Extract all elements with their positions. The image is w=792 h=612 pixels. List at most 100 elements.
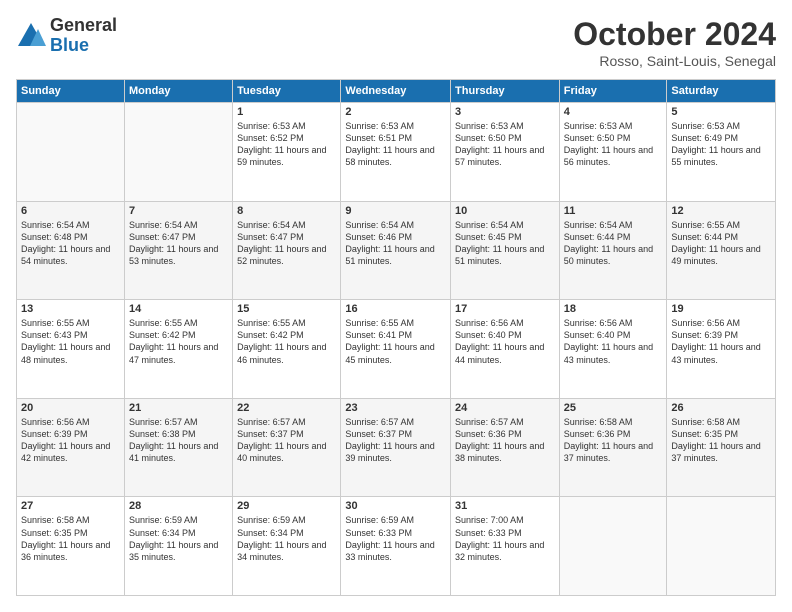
cell-content: Sunrise: 6:54 AM Sunset: 6:46 PM Dayligh… <box>345 219 446 268</box>
calendar-cell: 13Sunrise: 6:55 AM Sunset: 6:43 PM Dayli… <box>17 300 125 399</box>
day-number: 15 <box>237 303 336 315</box>
calendar-cell: 20Sunrise: 6:56 AM Sunset: 6:39 PM Dayli… <box>17 398 125 497</box>
calendar-cell: 9Sunrise: 6:54 AM Sunset: 6:46 PM Daylig… <box>341 201 451 300</box>
calendar-cell: 2Sunrise: 6:53 AM Sunset: 6:51 PM Daylig… <box>341 103 451 202</box>
calendar-table: SundayMondayTuesdayWednesdayThursdayFrid… <box>16 79 776 596</box>
calendar-cell: 27 Sunrise: 6:58 AM Sunset: 6:35 PM Dayli… <box>17 497 125 596</box>
cell-content: Sunrise: 6:53 AM Sunset: 6:52 PM Dayligh… <box>237 120 336 169</box>
calendar-cell: 3 Sunrise: 6:53 AM Sunset: 6:50 PM Daylig… <box>451 103 560 202</box>
header: General Blue October 2024 Rosso, Saint-L… <box>16 16 776 69</box>
calendar-cell: 7 Sunrise: 6:54 AM Sunset: 6:47 PM Daylig… <box>124 201 232 300</box>
day-number: 24 <box>455 402 555 414</box>
day-number: 6 <box>21 205 120 217</box>
day-number: 5 <box>671 106 771 118</box>
cell-content: Sunrise: 6:59 AM Sunset: 6:33 PM Dayligh… <box>345 514 446 563</box>
day-number: 12 <box>671 205 771 217</box>
cell-content: Sunrise: 6:53 AM Sunset: 6:50 PM Dayligh… <box>564 120 663 169</box>
calendar-week-row: 1 Sunrise: 6:53 AM Sunset: 6:52 PM Daylig… <box>17 103 776 202</box>
day-number: 25 <box>564 402 663 414</box>
cell-content: Sunrise: 6:53 AM Sunset: 6:51 PM Dayligh… <box>345 120 446 169</box>
calendar-cell <box>667 497 776 596</box>
day-number: 26 <box>671 402 771 414</box>
calendar-day-header: Sunday <box>17 80 125 103</box>
cell-content: Sunrise: 6:56 AM Sunset: 6:39 PM Dayligh… <box>21 416 120 465</box>
cell-content: Sunrise: 6:53 AM Sunset: 6:49 PM Dayligh… <box>671 120 771 169</box>
logo-general: General <box>50 16 117 36</box>
cell-content: Sunrise: 6:57 AM Sunset: 6:38 PM Dayligh… <box>129 416 228 465</box>
calendar-day-header: Friday <box>559 80 667 103</box>
page: General Blue October 2024 Rosso, Saint-L… <box>0 0 792 612</box>
day-number: 19 <box>671 303 771 315</box>
day-number: 16 <box>345 303 446 315</box>
calendar-cell: 15Sunrise: 6:55 AM Sunset: 6:42 PM Dayli… <box>233 300 341 399</box>
day-number: 7 <box>129 205 228 217</box>
day-number: 17 <box>455 303 555 315</box>
calendar-cell: 11Sunrise: 6:54 AM Sunset: 6:44 PM Dayli… <box>559 201 667 300</box>
calendar-cell: 4 Sunrise: 6:53 AM Sunset: 6:50 PM Daylig… <box>559 103 667 202</box>
cell-content: Sunrise: 6:54 AM Sunset: 6:47 PM Dayligh… <box>129 219 228 268</box>
logo-blue: Blue <box>50 36 117 56</box>
cell-content: Sunrise: 7:00 AM Sunset: 6:33 PM Dayligh… <box>455 514 555 563</box>
location: Rosso, Saint-Louis, Senegal <box>573 53 776 69</box>
day-number: 13 <box>21 303 120 315</box>
calendar-cell: 26 Sunrise: 6:58 AM Sunset: 6:35 PM Dayli… <box>667 398 776 497</box>
calendar-cell: 1 Sunrise: 6:53 AM Sunset: 6:52 PM Daylig… <box>233 103 341 202</box>
day-number: 18 <box>564 303 663 315</box>
calendar-cell: 12 Sunrise: 6:55 AM Sunset: 6:44 PM Dayli… <box>667 201 776 300</box>
day-number: 23 <box>345 402 446 414</box>
calendar-header-row: SundayMondayTuesdayWednesdayThursdayFrid… <box>17 80 776 103</box>
calendar-cell: 25 Sunrise: 6:58 AM Sunset: 6:36 PM Dayli… <box>559 398 667 497</box>
day-number: 4 <box>564 106 663 118</box>
day-number: 27 <box>21 500 120 512</box>
calendar-week-row: 13Sunrise: 6:55 AM Sunset: 6:43 PM Dayli… <box>17 300 776 399</box>
calendar-cell: 8 Sunrise: 6:54 AM Sunset: 6:47 PM Daylig… <box>233 201 341 300</box>
logo-text: General Blue <box>50 16 117 56</box>
calendar-cell: 21 Sunrise: 6:57 AM Sunset: 6:38 PM Dayli… <box>124 398 232 497</box>
calendar-cell <box>559 497 667 596</box>
cell-content: Sunrise: 6:54 AM Sunset: 6:47 PM Dayligh… <box>237 219 336 268</box>
calendar-week-row: 20Sunrise: 6:56 AM Sunset: 6:39 PM Dayli… <box>17 398 776 497</box>
cell-content: Sunrise: 6:58 AM Sunset: 6:36 PM Dayligh… <box>564 416 663 465</box>
calendar-cell: 5 Sunrise: 6:53 AM Sunset: 6:49 PM Daylig… <box>667 103 776 202</box>
cell-content: Sunrise: 6:55 AM Sunset: 6:44 PM Dayligh… <box>671 219 771 268</box>
title-block: October 2024 Rosso, Saint-Louis, Senegal <box>573 16 776 69</box>
day-number: 11 <box>564 205 663 217</box>
day-number: 22 <box>237 402 336 414</box>
day-number: 31 <box>455 500 555 512</box>
calendar-day-header: Tuesday <box>233 80 341 103</box>
logo-icon <box>16 21 46 51</box>
day-number: 28 <box>129 500 228 512</box>
calendar-cell: 6 Sunrise: 6:54 AM Sunset: 6:48 PM Daylig… <box>17 201 125 300</box>
day-number: 1 <box>237 106 336 118</box>
cell-content: Sunrise: 6:59 AM Sunset: 6:34 PM Dayligh… <box>237 514 336 563</box>
cell-content: Sunrise: 6:55 AM Sunset: 6:41 PM Dayligh… <box>345 317 446 366</box>
calendar-cell: 29 Sunrise: 6:59 AM Sunset: 6:34 PM Dayli… <box>233 497 341 596</box>
calendar-cell: 10Sunrise: 6:54 AM Sunset: 6:45 PM Dayli… <box>451 201 560 300</box>
cell-content: Sunrise: 6:55 AM Sunset: 6:42 PM Dayligh… <box>129 317 228 366</box>
day-number: 3 <box>455 106 555 118</box>
calendar-cell: 24 Sunrise: 6:57 AM Sunset: 6:36 PM Dayli… <box>451 398 560 497</box>
calendar-cell: 28 Sunrise: 6:59 AM Sunset: 6:34 PM Dayli… <box>124 497 232 596</box>
calendar-week-row: 6 Sunrise: 6:54 AM Sunset: 6:48 PM Daylig… <box>17 201 776 300</box>
cell-content: Sunrise: 6:54 AM Sunset: 6:48 PM Dayligh… <box>21 219 120 268</box>
calendar-day-header: Wednesday <box>341 80 451 103</box>
day-number: 29 <box>237 500 336 512</box>
calendar-cell <box>124 103 232 202</box>
month-title: October 2024 <box>573 16 776 53</box>
cell-content: Sunrise: 6:59 AM Sunset: 6:34 PM Dayligh… <box>129 514 228 563</box>
calendar-cell: 30Sunrise: 6:59 AM Sunset: 6:33 PM Dayli… <box>341 497 451 596</box>
cell-content: Sunrise: 6:57 AM Sunset: 6:37 PM Dayligh… <box>345 416 446 465</box>
calendar-cell: 31 Sunrise: 7:00 AM Sunset: 6:33 PM Dayli… <box>451 497 560 596</box>
cell-content: Sunrise: 6:58 AM Sunset: 6:35 PM Dayligh… <box>671 416 771 465</box>
cell-content: Sunrise: 6:58 AM Sunset: 6:35 PM Dayligh… <box>21 514 120 563</box>
day-number: 10 <box>455 205 555 217</box>
calendar-cell <box>17 103 125 202</box>
cell-content: Sunrise: 6:56 AM Sunset: 6:40 PM Dayligh… <box>455 317 555 366</box>
cell-content: Sunrise: 6:57 AM Sunset: 6:36 PM Dayligh… <box>455 416 555 465</box>
calendar-day-header: Saturday <box>667 80 776 103</box>
day-number: 21 <box>129 402 228 414</box>
cell-content: Sunrise: 6:53 AM Sunset: 6:50 PM Dayligh… <box>455 120 555 169</box>
calendar-day-header: Thursday <box>451 80 560 103</box>
day-number: 8 <box>237 205 336 217</box>
calendar-cell: 17 Sunrise: 6:56 AM Sunset: 6:40 PM Dayli… <box>451 300 560 399</box>
